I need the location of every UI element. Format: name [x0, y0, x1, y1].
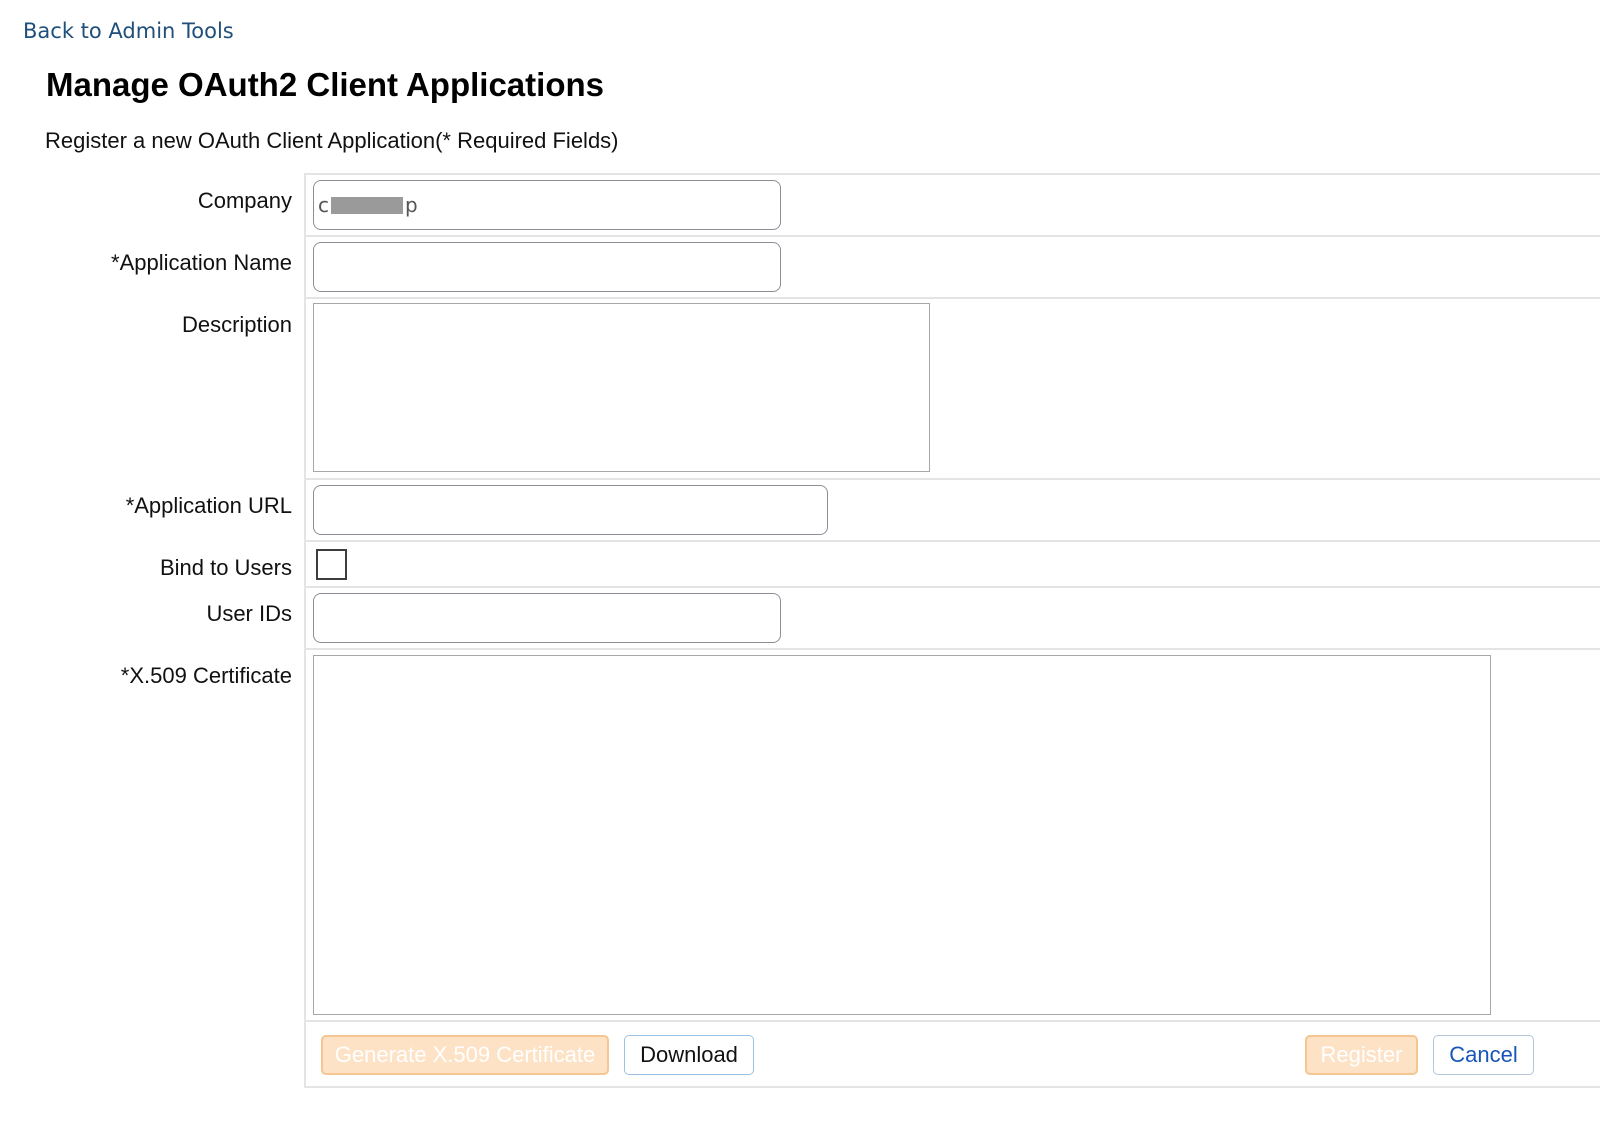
application-url-field[interactable]	[313, 485, 828, 535]
row-divider	[304, 1020, 1600, 1022]
back-to-admin-tools-link[interactable]: Back to Admin Tools	[23, 19, 234, 43]
row-divider	[304, 235, 1600, 237]
oauth-client-registration-page: Back to Admin Tools Manage OAuth2 Client…	[0, 0, 1600, 1138]
row-divider	[304, 648, 1600, 650]
row-divider	[304, 540, 1600, 542]
company-value-suffix: p	[405, 193, 418, 217]
register-button[interactable]: Register	[1305, 1035, 1418, 1075]
download-button[interactable]: Download	[624, 1035, 754, 1075]
user-ids-field[interactable]	[313, 593, 781, 643]
generate-certificate-button[interactable]: Generate X.509 Certificate	[321, 1035, 609, 1075]
application-name-label: *Application Name	[111, 250, 292, 275]
redacted-block	[331, 196, 403, 214]
description-label: Description	[181, 312, 292, 337]
company-value-prefix: c	[318, 193, 329, 217]
row-divider	[304, 297, 1600, 299]
certificate-label: *X.509 Certificate	[120, 663, 292, 688]
company-field[interactable]: c p	[313, 180, 781, 230]
description-textarea[interactable]	[313, 303, 930, 472]
row-divider	[304, 586, 1600, 588]
application-url-label: *Application URL	[125, 493, 292, 518]
cancel-button[interactable]: Cancel	[1433, 1035, 1534, 1075]
user-ids-label: User IDs	[206, 601, 292, 626]
bind-to-users-label: Bind to Users	[159, 555, 292, 580]
bind-to-users-checkbox[interactable]	[316, 549, 347, 580]
company-value: c p	[318, 193, 418, 217]
certificate-textarea[interactable]	[313, 655, 1491, 1015]
company-label: Company	[197, 188, 292, 213]
page-title: Manage OAuth2 Client Applications	[46, 66, 604, 103]
form-subtitle: Register a new OAuth Client Application(…	[45, 128, 619, 153]
row-divider	[304, 478, 1600, 480]
application-name-field[interactable]	[313, 242, 781, 292]
